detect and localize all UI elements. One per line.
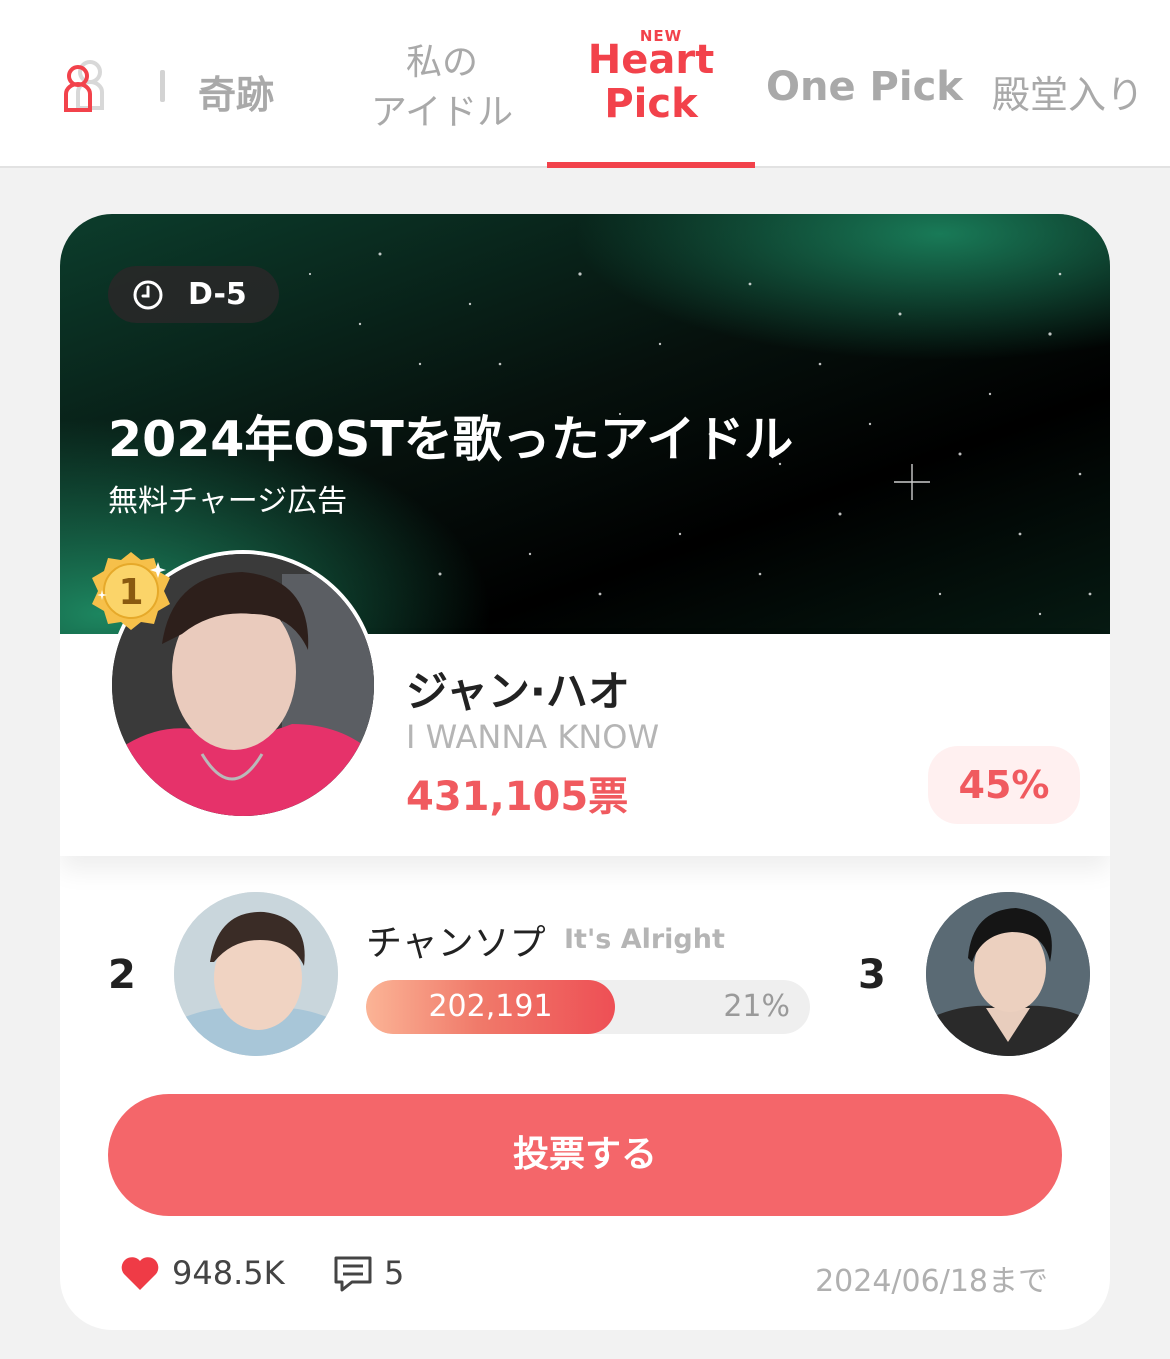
user-switch-icon[interactable] xyxy=(60,58,110,114)
rank2-votes: 202,191 xyxy=(428,989,553,1024)
comment-icon[interactable] xyxy=(332,1254,374,1294)
vote-button[interactable]: 投票する xyxy=(108,1094,1062,1216)
nav-divider xyxy=(160,70,165,102)
tab-my-idol-line1: 私の xyxy=(405,42,478,83)
like-count: 948.5K xyxy=(172,1254,285,1292)
top-nav: 奇跡 私の アイドル NEW Heart Pick One Pick 殿堂入り xyxy=(0,0,1170,168)
rank2-vote-bar: 202,191 21% xyxy=(366,980,810,1034)
comment-count: 5 xyxy=(384,1254,405,1292)
countdown-text: D-5 xyxy=(188,277,247,312)
tab-heart-pick-line2: Pick xyxy=(604,81,698,127)
rank2-name: チャンソプ xyxy=(366,923,546,964)
poll-deadline: 2024/06/18まで xyxy=(815,1264,1048,1299)
tab-my-idol-line2: アイドル xyxy=(370,92,514,133)
gold-medal-icon: 1 xyxy=(92,552,170,630)
rank1-percent: 45% xyxy=(928,746,1080,824)
countdown-badge: D-5 xyxy=(108,266,279,323)
tab-heart-pick[interactable]: NEW Heart Pick xyxy=(547,28,755,128)
tab-my-idol[interactable]: 私の アイドル xyxy=(362,38,522,138)
rank2-percent: 21% xyxy=(723,989,790,1024)
rank2-avatar[interactable] xyxy=(174,892,338,1056)
tab-hall-of-fame[interactable]: 殿堂入り xyxy=(992,64,1144,119)
rank3-avatar[interactable] xyxy=(926,892,1090,1056)
rank1-name: ジャン·ハオ xyxy=(406,667,630,716)
tab-heart-pick-line1: Heart xyxy=(587,37,715,83)
poll-title: 2024年OSTを歌ったアイドル xyxy=(108,411,794,468)
rank1-votes: 431,105票 xyxy=(406,774,629,820)
tab-one-pick[interactable]: One Pick xyxy=(766,64,963,110)
tab-kiseki[interactable]: 奇跡 xyxy=(198,64,274,119)
rank3-number: 3 xyxy=(858,952,886,998)
clock-icon xyxy=(133,280,163,310)
active-tab-underline xyxy=(547,162,755,168)
medal-rank: 1 xyxy=(118,572,143,613)
heart-icon[interactable] xyxy=(120,1256,160,1292)
rank1-song: I WANNA KNOW xyxy=(406,718,660,756)
rank2-song: It's Alright xyxy=(564,924,725,955)
heart-pick-card[interactable]: D-5 2024年OSTを歌ったアイドル 無料チャージ広告 1 ジャン·ハオ I… xyxy=(60,214,1110,1330)
rank2-number: 2 xyxy=(108,952,136,998)
poll-subtitle: 無料チャージ広告 xyxy=(108,484,348,519)
